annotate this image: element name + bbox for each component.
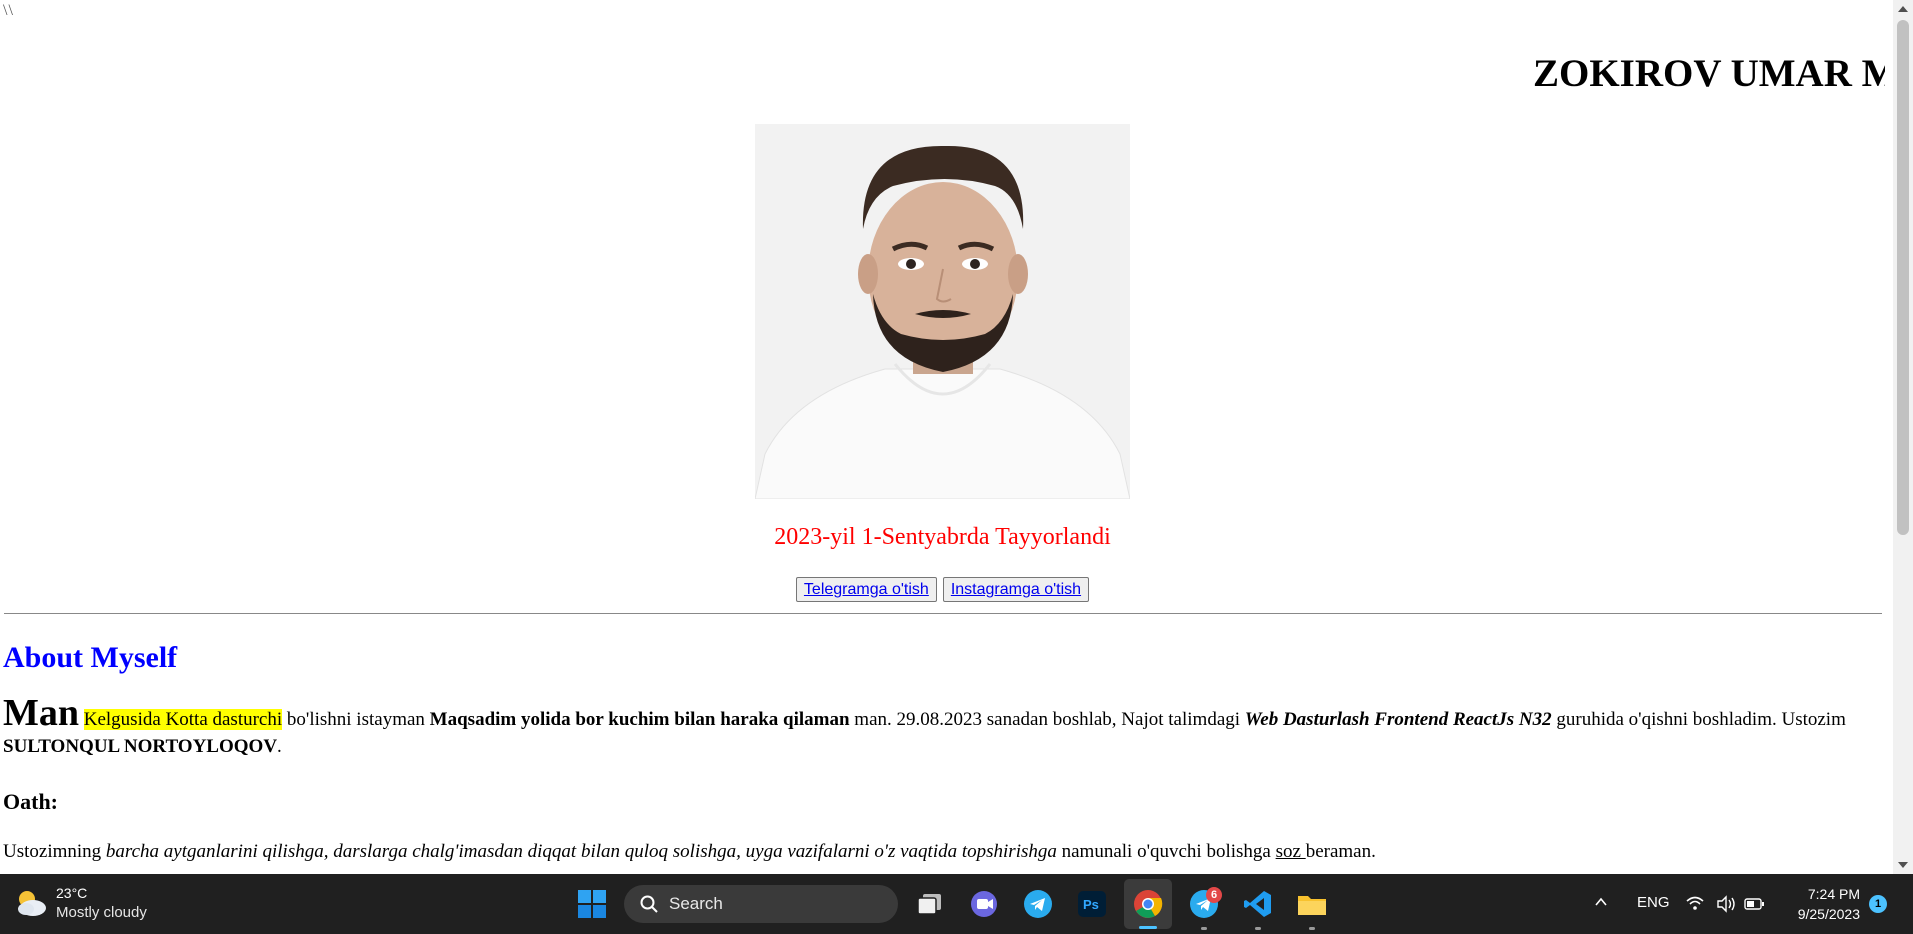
- chrome-icon[interactable]: [1132, 888, 1164, 920]
- search-icon: [640, 895, 658, 913]
- social-buttons: Telegramga o'tish Instagramga o'tish: [0, 577, 1885, 602]
- wifi-icon: [1686, 896, 1704, 910]
- vscode-icon[interactable]: [1242, 888, 1274, 920]
- scroll-down-arrow-icon[interactable]: [1898, 862, 1908, 868]
- search-placeholder: Search: [669, 894, 723, 913]
- taskbar: 23°C Mostly cloudy Search Ps 6 ENG 7:24 …: [0, 874, 1913, 934]
- marquee-title: ZOKIROV UMAR MUSTAFOQULOVICH: [1533, 50, 1885, 98]
- instagram-button[interactable]: Instagramga o'tish: [942, 577, 1090, 602]
- goal-bold-text: Maqsadim yolida bor kuchim bilan haraka …: [429, 709, 850, 730]
- file-explorer-icon[interactable]: [1296, 888, 1328, 920]
- browser-page: \\ ZOKIROV UMAR MUSTAFOQULOVICH 2023-yil…: [0, 0, 1893, 874]
- task-view-icon[interactable]: [914, 888, 946, 920]
- oath-italic-text: barcha aytganlarini qilishga, darslarga …: [105, 841, 1057, 862]
- notification-count-badge[interactable]: 1: [1869, 895, 1887, 913]
- oath-heading: Oath:: [3, 789, 58, 814]
- scroll-up-arrow-icon[interactable]: [1898, 6, 1908, 12]
- system-tray[interactable]: [1685, 894, 1775, 914]
- telegram-unread-badge: 6: [1206, 887, 1222, 903]
- running-indicator: [1309, 927, 1315, 930]
- active-app-indicator: [1139, 926, 1157, 929]
- svg-text:Ps: Ps: [1083, 897, 1099, 912]
- clock-time: 7:24 PM: [1807, 886, 1860, 902]
- about-text-3: guruhida o'qishni boshladim. Ustozim: [1551, 709, 1846, 730]
- portrait-photo: [755, 124, 1130, 499]
- running-indicator: [1255, 927, 1261, 930]
- scroll-thumb[interactable]: [1897, 20, 1909, 535]
- marquee-title-text: ZOKIROV UMAR MUSTAFOQULOVICH: [1533, 52, 1885, 95]
- vertical-scrollbar[interactable]: [1893, 0, 1913, 874]
- oath-text-2: namunali o'quvchi bolishga: [1056, 841, 1276, 862]
- prepared-date: 2023-yil 1-Sentyabrda Tayyorlandi: [774, 524, 1111, 550]
- weather-description: Mostly cloudy: [56, 904, 147, 921]
- taskbar-search[interactable]: Search: [624, 885, 898, 923]
- about-text-4: .: [277, 736, 282, 757]
- system-clock[interactable]: 7:24 PM 9/25/2023: [1780, 884, 1860, 924]
- windows-start-icon[interactable]: [576, 888, 608, 920]
- stray-backslashes: \\: [3, 2, 14, 19]
- portrait-illustration: [755, 124, 1130, 499]
- teacher-name: SULTONQUL NORTOYLOQOV: [3, 736, 278, 757]
- highlighted-text: Kelgusida Kotta dasturchi: [83, 709, 283, 730]
- about-text-1: bo'lishni istayman: [282, 709, 430, 730]
- running-indicator: [1201, 927, 1207, 930]
- volume-icon: [1717, 895, 1735, 913]
- partly-cloudy-icon: [18, 891, 46, 916]
- about-paragraph: Man Kelgusida Kotta dasturchi bo'lishni …: [3, 694, 1883, 760]
- language-indicator[interactable]: ENG: [1637, 894, 1670, 911]
- battery-icon: [1744, 898, 1764, 910]
- oath-underlined-text: soz: [1275, 841, 1306, 862]
- telegram-icon[interactable]: [1022, 888, 1054, 920]
- oath-paragraph: Ustozimning barcha aytganlarini qilishga…: [3, 838, 1883, 865]
- about-heading: About Myself: [3, 641, 178, 674]
- photoshop-icon[interactable]: Ps: [1076, 888, 1108, 920]
- chevron-up-icon[interactable]: [1595, 896, 1607, 908]
- about-text-2: man. 29.08.2023 sanadan boshlab, Najot t…: [849, 709, 1245, 730]
- teams-chat-icon[interactable]: [968, 888, 1000, 920]
- telegram-button[interactable]: Telegramga o'tish: [795, 577, 937, 602]
- oath-text-1: Ustozimning: [3, 841, 106, 862]
- clock-date: 9/25/2023: [1797, 906, 1860, 922]
- course-name: Web Dasturlash Frontend ReactJs N32: [1244, 709, 1552, 730]
- big-word: Man: [3, 692, 79, 734]
- weather-temperature: 23°C: [56, 885, 88, 901]
- divider: [4, 613, 1882, 614]
- oath-text-3: beraman.: [1305, 841, 1376, 862]
